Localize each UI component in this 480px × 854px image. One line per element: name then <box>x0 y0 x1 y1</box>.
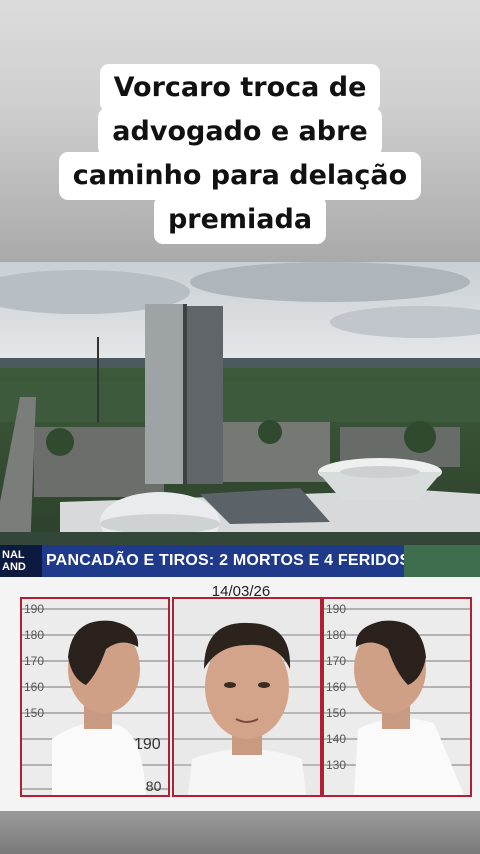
right-tick-150: 150 <box>326 706 346 720</box>
right-tick-190: 190 <box>326 602 346 616</box>
left-tick-180: 180 <box>24 628 44 642</box>
mugshot-left-profile: 190 180 170 160 150 190 180 <box>20 597 170 797</box>
right-tick-130: 130 <box>326 758 346 772</box>
channel-logo-line-1: NAL <box>2 549 25 561</box>
ticker-background-strip <box>404 545 480 577</box>
news-ticker-banner: NAL AND PANCADÃO E TIROS: 2 MORTOS E 4 F… <box>0 545 480 577</box>
channel-logo: NAL AND <box>0 545 42 577</box>
right-tick-140: 140 <box>326 732 346 746</box>
headline-caption: Vorcaro troca de advogado e abre caminho… <box>0 64 480 244</box>
right-tick-180: 180 <box>326 628 346 642</box>
right-tick-170: 170 <box>326 654 346 668</box>
video-bottom-background <box>0 811 480 854</box>
headline-line-2: advogado e abre <box>98 108 382 156</box>
left-tick-150: 150 <box>24 706 44 720</box>
left-tick-170: 170 <box>24 654 44 668</box>
right-tick-160: 160 <box>326 680 346 694</box>
mugshot-front <box>172 597 322 797</box>
channel-logo-line-2: AND <box>2 561 26 573</box>
congress-aerial-photo <box>0 262 480 552</box>
headline-line-1: Vorcaro troca de <box>99 64 381 112</box>
left-tick-190: 190 <box>24 602 44 616</box>
ticker-headline: PANCADÃO E TIROS: 2 MORTOS E 4 FERIDOS <box>46 552 411 569</box>
headline-line-3: caminho para delação <box>58 152 422 200</box>
headline-line-4: premiada <box>153 196 327 244</box>
mugshot-panel: 14/03/26 190 180 170 160 150 190 180 190… <box>0 577 480 811</box>
left-tick-160: 160 <box>24 680 44 694</box>
mugshot-right-profile: 190 180 170 160 150 140 130 <box>322 597 472 797</box>
